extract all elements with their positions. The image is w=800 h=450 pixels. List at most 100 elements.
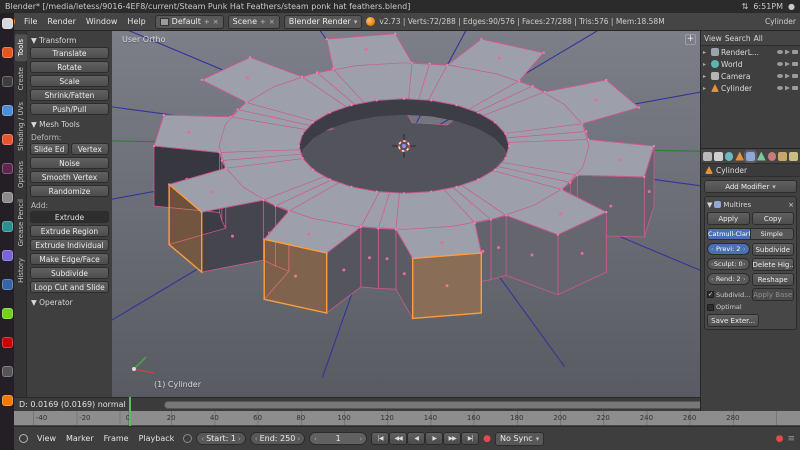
selectability-toggle-icon[interactable] <box>785 50 790 55</box>
properties-tab-modifiers[interactable] <box>746 152 755 161</box>
timeline-scrollbar[interactable] <box>164 401 704 409</box>
expand-arrow-icon[interactable]: ▸ <box>703 85 709 92</box>
launcher-icon-11[interactable] <box>2 337 13 348</box>
remove-scene-icon[interactable]: × <box>269 18 275 26</box>
selectability-toggle-icon[interactable] <box>785 62 790 67</box>
properties-tab-scene[interactable] <box>714 152 723 161</box>
timeline-editor-icon[interactable] <box>19 434 28 443</box>
delete-higher-button[interactable]: Delete Hig... <box>752 258 795 271</box>
close-icon[interactable]: × <box>788 201 794 209</box>
launcher-icon-6[interactable] <box>2 192 13 203</box>
shelf-tab-history[interactable]: History <box>15 253 27 288</box>
save-external-button[interactable]: Save Exter... <box>707 314 759 327</box>
launcher-icon-9[interactable] <box>2 279 13 290</box>
panel-header-mesh-tools[interactable]: ▼ Mesh Tools <box>30 117 109 131</box>
3d-viewport[interactable]: User Ortho (1) Cylinder + <box>112 31 700 397</box>
play-button[interactable]: ▶ <box>425 432 443 445</box>
renderability-toggle-icon[interactable] <box>792 62 798 66</box>
tool-button-slide-ed[interactable]: Slide Ed <box>30 143 69 155</box>
tool-button-smooth-vertex[interactable]: Smooth Vertex <box>30 171 109 183</box>
outliner-item-renderl[interactable]: ▸RenderL... <box>701 46 800 58</box>
menu-file[interactable]: File <box>19 16 42 27</box>
shelf-tab-shading-uvs[interactable]: Shading / UVs <box>15 97 27 156</box>
next-keyframe-button[interactable]: ▶▶ <box>443 432 461 445</box>
properties-tab-render[interactable] <box>703 152 712 161</box>
timeline-menu-playback[interactable]: Playback <box>134 433 180 444</box>
properties-tab-object[interactable] <box>735 152 744 161</box>
outliner-item-cylinder[interactable]: ▸Cylinder <box>701 82 800 94</box>
simple-toggle[interactable]: Simple <box>751 228 795 240</box>
visibility-toggle-icon[interactable] <box>777 62 783 66</box>
shelf-tab-options[interactable]: Options <box>15 156 27 193</box>
panel-header-transform[interactable]: ▼ Transform <box>30 33 109 47</box>
tool-button-loop-cut-and-slide[interactable]: Loop Cut and Slide <box>30 281 109 293</box>
add-layout-icon[interactable]: + <box>204 18 210 26</box>
end-frame-field[interactable]: ‹End: 250› <box>250 432 305 445</box>
shelf-tab-grease-pencil[interactable]: Grease Pencil <box>15 194 27 251</box>
timeline-menu-view[interactable]: View <box>32 433 61 444</box>
panel-header-operator[interactable]: ▼ Operator <box>30 295 109 309</box>
launcher-icon-0[interactable] <box>2 18 13 29</box>
tool-button-noise[interactable]: Noise <box>30 157 109 169</box>
launcher-icon-2[interactable] <box>2 76 13 87</box>
render-engine-selector[interactable]: Blender Render ▾ <box>284 15 363 29</box>
tool-button-shrink-fatten[interactable]: Shrink/Fatten <box>30 89 109 101</box>
tool-button-extrude-region[interactable]: Extrude Region <box>30 225 109 237</box>
menu-window[interactable]: Window <box>81 16 123 27</box>
copy-button[interactable]: Copy <box>752 212 795 225</box>
shelf-tab-tools[interactable]: Tools <box>15 34 27 61</box>
tool-button-scale[interactable]: Scale <box>30 75 109 87</box>
launcher-icon-3[interactable] <box>2 105 13 116</box>
menu-render[interactable]: Render <box>42 16 80 27</box>
timeline-menu-marker[interactable]: Marker <box>61 433 99 444</box>
network-icon[interactable]: ⇅ <box>742 2 749 11</box>
timeline-ruler[interactable]: -40-200204060801001201401601802002202402… <box>14 411 800 426</box>
renderability-toggle-icon[interactable] <box>792 86 798 90</box>
tool-button-extrude-individual[interactable]: Extrude Individual <box>30 239 109 251</box>
properties-tab-data[interactable] <box>757 152 766 161</box>
tool-button-make-edge-face[interactable]: Make Edge/Face <box>30 253 109 265</box>
selectability-toggle-icon[interactable] <box>785 86 790 91</box>
preview-level-field[interactable]: ‹Previ: 2› <box>707 243 750 255</box>
reshape-button[interactable]: Reshape <box>752 273 795 286</box>
add-modifier-dropdown[interactable]: Add Modifier ▾ <box>704 180 797 193</box>
apply-base-button[interactable]: Apply Base <box>752 288 795 301</box>
jump-to-end-button[interactable]: ▶| <box>461 432 479 445</box>
session-menu-icon[interactable]: ● <box>788 2 795 11</box>
outliner-all-tab[interactable]: All <box>754 34 763 43</box>
visibility-toggle-icon[interactable] <box>777 86 783 90</box>
sculpt-level-field[interactable]: ‹Sculpt: 0› <box>707 258 750 270</box>
properties-tab-material[interactable] <box>768 152 777 161</box>
current-frame-field[interactable]: ‹1› <box>309 432 367 445</box>
render-level-field[interactable]: ‹Rend: 2› <box>707 273 750 285</box>
tool-button-vertex[interactable]: Vertex <box>71 143 110 155</box>
visibility-toggle-icon[interactable] <box>777 74 783 78</box>
record-button[interactable]: ● <box>483 434 491 444</box>
launcher-icon-10[interactable] <box>2 308 13 319</box>
outliner-item-camera[interactable]: ▸Camera <box>701 70 800 82</box>
launcher-icon-8[interactable] <box>2 250 13 261</box>
gear-mesh[interactable] <box>112 31 700 397</box>
outliner-item-world[interactable]: ▸World <box>701 58 800 70</box>
tool-button-translate[interactable]: Translate <box>30 47 109 59</box>
launcher-icon-13[interactable] <box>2 395 13 406</box>
visibility-toggle-icon[interactable] <box>777 50 783 54</box>
renderability-toggle-icon[interactable] <box>792 50 798 54</box>
auto-keyframe-icon[interactable]: ● <box>776 434 784 444</box>
optimal-display-checkbox[interactable]: Optimal <box>707 303 750 311</box>
tool-button-push-pull[interactable]: Push/Pull <box>30 103 109 115</box>
tool-button-randomize[interactable]: Randomize <box>30 185 109 197</box>
jump-to-start-button[interactable]: |◀ <box>371 432 389 445</box>
subdivide-uvs-checkbox[interactable]: ✓Subdivid... <box>707 288 750 301</box>
launcher-icon-5[interactable] <box>2 163 13 174</box>
tool-button-subdivide[interactable]: Subdivide <box>30 267 109 279</box>
launcher-icon-12[interactable] <box>2 366 13 377</box>
expand-arrow-icon[interactable]: ▸ <box>703 49 709 56</box>
properties-tab-world[interactable] <box>725 152 734 161</box>
collapse-arrow-icon[interactable]: ▼ <box>707 201 712 209</box>
expand-arrow-icon[interactable]: ▸ <box>703 61 709 68</box>
subdivide-button[interactable]: Subdivide <box>752 243 795 256</box>
tool-button-rotate[interactable]: Rotate <box>30 61 109 73</box>
properties-tab-physics[interactable] <box>789 152 798 161</box>
outliner-search-tab[interactable]: Search <box>725 34 751 43</box>
